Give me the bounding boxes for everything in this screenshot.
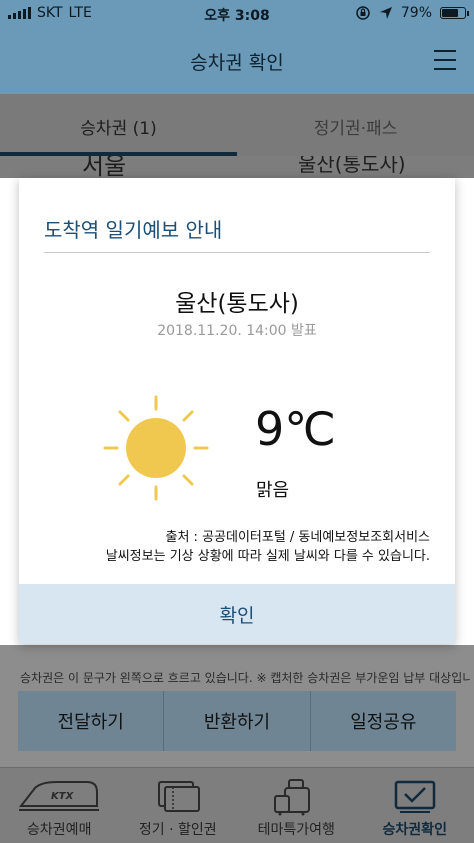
dialog-title: 도착역 일기예보 안내 <box>44 218 223 242</box>
modal-overlay: 도착역 일기예보 안내 울산(통도사) 2018.11.20. 14:00 발표… <box>0 0 474 843</box>
confirm-button[interactable]: 확인 <box>19 584 455 644</box>
forecast-announced-time: 2018.11.20. 14:00 발표 <box>157 323 317 339</box>
dialog-divider <box>44 252 430 253</box>
forecast-location: 울산(통도사) <box>175 291 299 317</box>
disclaimer-line: 날씨정보는 기상 상황에 따라 실제 날씨와 다를 수 있습니다. <box>105 549 430 564</box>
weather-condition: 맑음 <box>256 480 290 501</box>
temperature-value: 9℃ <box>255 402 336 456</box>
sun-icon <box>103 395 209 501</box>
forecast-source-note: 출처 : 공공데이터포털 / 동네예보정보조회서비스 날씨정보는 기상 상황에 … <box>106 528 430 566</box>
weather-forecast-dialog: 도착역 일기예보 안내 울산(통도사) 2018.11.20. 14:00 발표… <box>19 178 455 644</box>
source-line: 출처 : 공공데이터포털 / 동네예보정보조회서비스 <box>165 530 431 545</box>
